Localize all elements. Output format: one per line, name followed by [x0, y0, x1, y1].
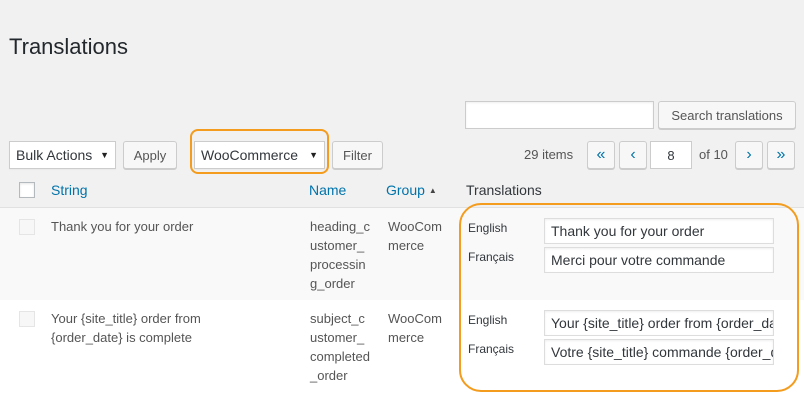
- search-translations-button[interactable]: Search translations: [658, 101, 796, 129]
- select-all-checkbox[interactable]: [19, 182, 35, 198]
- items-count: 29 items: [524, 147, 574, 162]
- column-translations: Translations: [466, 182, 542, 198]
- highlight-outline-filter: [190, 129, 329, 174]
- total-pages: of 10: [699, 147, 728, 162]
- column-group[interactable]: Group ▲: [386, 182, 437, 198]
- row-checkbox[interactable]: [19, 219, 35, 235]
- prev-page-button[interactable]: ‹: [619, 141, 647, 169]
- chevron-down-icon: ▼: [100, 150, 109, 160]
- last-page-button[interactable]: »: [767, 141, 795, 169]
- column-string[interactable]: String: [51, 182, 88, 198]
- row-name: heading_customer_processing_order: [310, 219, 370, 291]
- next-page-button[interactable]: ›: [735, 141, 763, 169]
- sort-asc-icon: ▲: [428, 186, 437, 195]
- first-page-button[interactable]: «: [587, 141, 615, 169]
- filter-button[interactable]: Filter: [332, 141, 383, 169]
- current-page-input[interactable]: 8: [650, 141, 692, 169]
- row-group: WooCommerce: [388, 311, 442, 345]
- highlight-outline-translations: [459, 203, 799, 392]
- search-input[interactable]: [465, 101, 654, 129]
- bulk-actions-select[interactable]: Bulk Actions ▼: [9, 141, 116, 169]
- row-string: Thank you for your order: [51, 219, 194, 234]
- row-checkbox[interactable]: [19, 311, 35, 327]
- page-title: Translations: [9, 34, 129, 59]
- row-name: subject_customer_completed_order: [310, 311, 370, 383]
- apply-button[interactable]: Apply: [123, 141, 177, 169]
- bulk-actions-label: Bulk Actions: [16, 147, 93, 163]
- column-name[interactable]: Name: [309, 182, 346, 198]
- row-group: WooCommerce: [388, 219, 442, 253]
- row-string: Your {site_title} order from {order_date…: [51, 311, 201, 345]
